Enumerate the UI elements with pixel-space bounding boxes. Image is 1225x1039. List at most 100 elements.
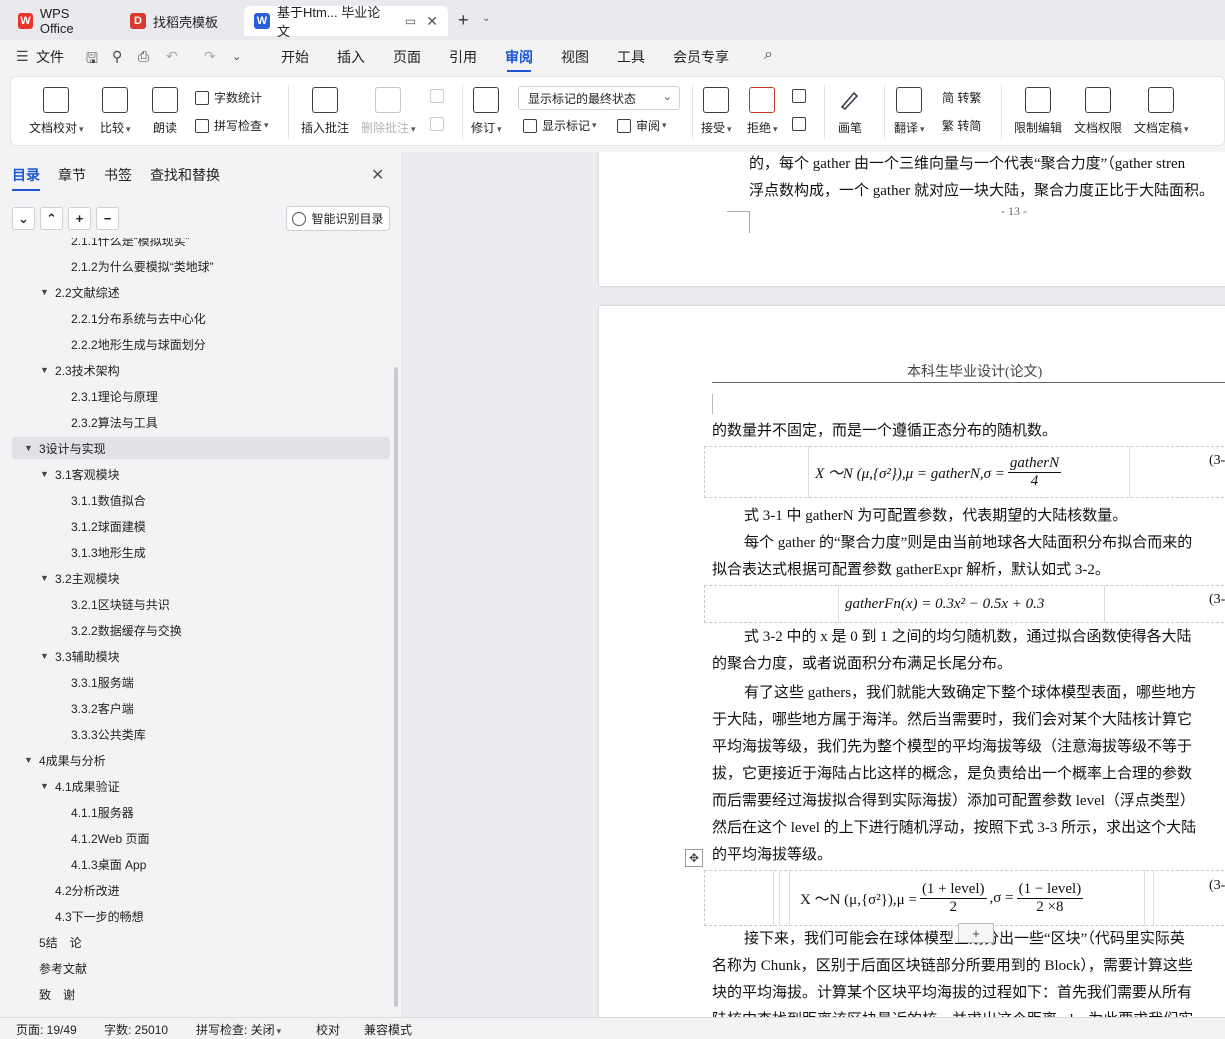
tab-toc[interactable]: 目录 (12, 165, 40, 191)
toc-item[interactable]: 3.2.1区块链与共识 (0, 593, 390, 615)
reject-button[interactable]: 拒绝 ▾ (747, 87, 778, 136)
toc-item[interactable]: 致 谢 (0, 983, 390, 1005)
pen-button[interactable]: 画笔 (837, 87, 863, 136)
toc-item[interactable]: 2.3.1理论与原理 (0, 385, 390, 407)
show-markup-button[interactable]: 显示标记 ▾ (523, 117, 597, 134)
insert-comment-button[interactable]: 插入批注 (301, 87, 349, 136)
menu-page[interactable]: 页面 (393, 47, 421, 67)
word-count-indicator[interactable]: 字数: 25010 (104, 1021, 168, 1038)
review-pane-button[interactable]: 审阅 ▾ (617, 117, 667, 134)
smart-toc-button[interactable]: 智能识别目录 (286, 206, 390, 231)
print-preview-icon[interactable]: ⎙ (138, 48, 149, 65)
toc-item[interactable]: 3.1.1数值拟合 (0, 489, 390, 511)
menu-reference[interactable]: 引用 (449, 47, 477, 67)
delete-comment-button[interactable]: 删除批注 ▾ (361, 87, 416, 136)
expand-caret-icon[interactable]: ▼ (24, 443, 33, 453)
menu-file[interactable]: 文件 (36, 47, 64, 67)
translate-button[interactable]: 翻译 ▾ (894, 87, 925, 136)
toc-item[interactable]: 3.3.1服务端 (0, 671, 390, 693)
toc-item[interactable]: ▼ 3设计与实现 (12, 437, 390, 459)
menu-view[interactable]: 视图 (561, 47, 589, 67)
add-row-icon[interactable]: + (958, 923, 994, 943)
equation-3-1[interactable]: X ～N (μ,{σ²}),μ = gatherN,σ = gatherN 4 (815, 449, 1064, 495)
close-tab-icon[interactable]: ✕ (426, 13, 438, 30)
new-tab-icon[interactable]: + (458, 10, 469, 31)
toc-item[interactable]: ▼ 3.1客观模块 (0, 463, 390, 485)
move-table-icon[interactable]: ✥ (685, 849, 703, 867)
toc-item[interactable]: 4.3下一步的畅想 (0, 905, 390, 927)
chevron-down-icon[interactable]: ⌄ (232, 50, 241, 63)
toc-item[interactable]: 3.1.2球面建模 (0, 515, 390, 537)
undo-icon[interactable]: ↶ (166, 48, 178, 65)
toc-item[interactable]: 2.3.2算法与工具 (0, 411, 390, 433)
expand-caret-icon[interactable]: ▼ (40, 651, 49, 661)
toc-item[interactable]: ▼ 4成果与分析 (0, 749, 390, 771)
collapse-down-icon[interactable]: ⌄ (12, 207, 35, 230)
expand-caret-icon[interactable]: ▼ (40, 365, 49, 375)
toc-item[interactable]: 4.1.1服务器 (0, 801, 390, 823)
toc-item[interactable]: 参考文献 (0, 957, 390, 979)
tab-docer[interactable]: D 找稻壳模板 (120, 6, 242, 36)
toc-item[interactable]: ▼ 2.3技术架构 (0, 359, 390, 381)
remove-heading-icon[interactable]: − (96, 207, 119, 230)
tab-wps-office[interactable]: W WPS Office (8, 6, 112, 36)
to-simplified-button[interactable]: 繁 转简 (942, 117, 981, 134)
prev-comment-button[interactable] (430, 89, 449, 103)
search-icon[interactable]: ⌕ (764, 46, 773, 64)
expand-caret-icon[interactable]: ▼ (40, 781, 49, 791)
menu-home[interactable]: 开始 (281, 47, 309, 67)
expand-caret-icon[interactable]: ▼ (40, 573, 49, 583)
toc-item[interactable]: ▼ 4.1成果验证 (0, 775, 390, 797)
page-indicator[interactable]: 页面: 19/49 (16, 1021, 77, 1038)
toc-item[interactable]: 3.2.2数据缓存与交换 (0, 619, 390, 641)
hamburger-menu-icon[interactable]: ☰ (16, 48, 29, 65)
collapse-up-icon[interactable]: ⌃ (40, 207, 63, 230)
compare-button[interactable]: 比较 ▾ (100, 87, 131, 136)
next-comment-button[interactable] (430, 117, 449, 131)
doc-finalize-button[interactable]: 文档定稿 ▾ (1134, 87, 1189, 136)
redo-icon[interactable]: ↷ (204, 48, 216, 65)
accept-button[interactable]: 接受 ▾ (701, 87, 732, 136)
add-heading-icon[interactable]: + (68, 207, 91, 230)
toc-item[interactable]: ▼ 3.2主观模块 (0, 567, 390, 589)
toc-item[interactable]: 2.1.1什么是“模拟现实” (0, 238, 390, 251)
toc-item[interactable]: ▼ 3.3辅助模块 (0, 645, 390, 667)
toc-item[interactable]: 4.1.3桌面 App (0, 853, 390, 875)
toc-item[interactable]: 2.2.1分布系统与去中心化 (0, 307, 390, 329)
expand-caret-icon[interactable]: ▼ (40, 287, 49, 297)
revise-button[interactable]: 修订 ▾ (471, 87, 502, 136)
menu-review[interactable]: 审阅 (505, 47, 533, 72)
toc-item[interactable]: 2.1.2为什么要模拟“类地球” (0, 255, 390, 277)
tab-bookmarks[interactable]: 书签 (104, 165, 132, 185)
tab-find-replace[interactable]: 查找和替换 (150, 165, 220, 185)
toc-item[interactable]: 3.1.3地形生成 (0, 541, 390, 563)
spell-check-button[interactable]: 拼写检查 ▾ (195, 117, 269, 134)
save-icon[interactable]: 🖫 (86, 48, 98, 72)
toc-item[interactable]: 3.3.3公共类库 (0, 723, 390, 745)
next-change-button[interactable] (792, 117, 811, 131)
spell-check-status[interactable]: 拼写检查: 关闭 ▾ (196, 1021, 281, 1038)
prev-change-button[interactable] (792, 89, 811, 103)
to-traditional-button[interactable]: 简 转繁 (942, 89, 981, 106)
tab-document[interactable]: W 基于Htm... 毕业论文 ▭ ✕ (244, 5, 448, 39)
tab-sections[interactable]: 章节 (58, 165, 86, 185)
doc-permission-button[interactable]: 文档权限 (1074, 87, 1122, 136)
menu-member[interactable]: 会员专享 (673, 47, 729, 67)
toc-item[interactable]: 4.2分析改进 (0, 879, 390, 901)
proofread-status[interactable]: 校对 (316, 1021, 340, 1038)
toc-item[interactable]: 5结 论 (0, 931, 390, 953)
share-icon[interactable]: ⚲ (112, 48, 122, 65)
restrict-edit-button[interactable]: 限制编辑 (1014, 87, 1062, 136)
toc-scrollbar[interactable] (394, 367, 398, 1007)
toc-item[interactable]: 4.1.2Web 页面 (0, 827, 390, 849)
document-canvas[interactable]: 的，每个 gather 由一个三维向量与一个代表“聚合力度”（gather st… (404, 152, 1225, 1017)
word-count-button[interactable]: 字数统计 (195, 89, 262, 106)
equation-3-3[interactable]: X ～N (μ,{σ²}),μ = (1 + level) 2 ,σ = (1 … (800, 873, 1086, 923)
equation-3-2[interactable]: gatherFn(x) = 0.3x² − 0.5x + 0.3 (845, 592, 1044, 616)
markup-mode-select[interactable]: 显示标记的最终状态 ⌄ (518, 86, 680, 110)
menu-insert[interactable]: 插入 (337, 47, 365, 67)
expand-caret-icon[interactable]: ▼ (24, 755, 33, 765)
expand-caret-icon[interactable]: ▼ (40, 469, 49, 479)
toc-item[interactable]: 3.3.2客户端 (0, 697, 390, 719)
read-aloud-button[interactable]: 朗读 (152, 87, 178, 136)
